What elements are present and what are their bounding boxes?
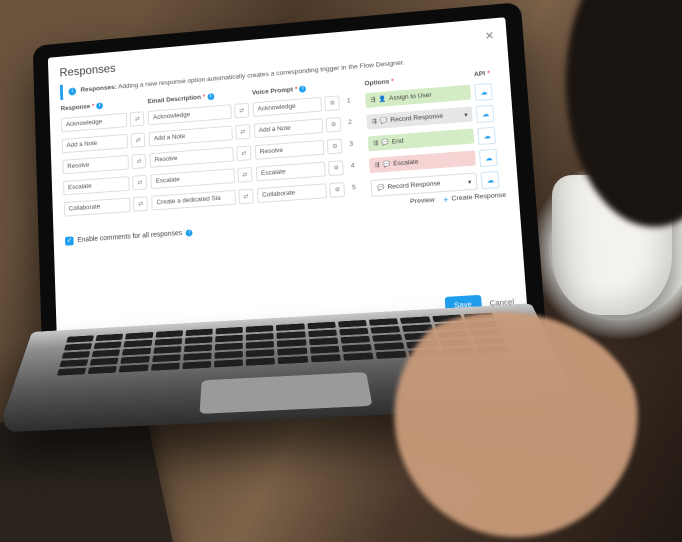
api-button[interactable]: ☁ [481, 171, 500, 189]
option-record-response[interactable]: 💬Record Response▾ [370, 172, 478, 197]
response-input[interactable]: Collaborate [64, 197, 131, 216]
translate-icon[interactable]: ⇄ [237, 167, 252, 183]
chevron-down-icon: ▾ [468, 177, 472, 185]
gear-icon[interactable]: ⚙ [327, 138, 343, 154]
email-input[interactable]: Create a dedicated Sla [152, 190, 236, 211]
chat-icon: 💬 [381, 139, 389, 147]
translate-icon[interactable]: ⇄ [238, 189, 253, 205]
responses-modal: Responses ✕ i Responses: Adding a new re… [48, 17, 528, 346]
share-icon: ⇶ [373, 140, 378, 147]
row-number: 4 [347, 159, 358, 173]
email-input[interactable]: Escalate [151, 168, 235, 189]
gear-icon[interactable]: ⚙ [325, 95, 341, 111]
api-button[interactable]: ☁ [476, 105, 495, 123]
voice-input[interactable]: Resolve [255, 140, 325, 160]
api-button[interactable]: ☁ [479, 149, 498, 167]
col-api: API* [474, 70, 498, 81]
info-icon: i [68, 87, 76, 95]
option-escalate[interactable]: ⇶💬Escalate [369, 150, 476, 173]
laptop-screen: Responses ✕ i Responses: Adding a new re… [48, 17, 528, 346]
email-input[interactable]: Acknowledge [148, 104, 232, 125]
user-icon: 👤 [378, 95, 386, 102]
chat-icon: 💬 [377, 184, 385, 192]
enable-comments-checkbox[interactable] [65, 236, 74, 245]
translate-icon[interactable]: ⇄ [236, 145, 251, 161]
translate-icon[interactable]: ⇄ [133, 175, 148, 191]
share-icon: ⇶ [374, 161, 380, 168]
option-end[interactable]: ⇶💬End [368, 128, 475, 151]
email-input[interactable]: Resolve [150, 147, 234, 168]
hand-prop [362, 312, 642, 542]
info-icon[interactable]: i [186, 229, 193, 236]
translate-icon[interactable]: ⇄ [133, 196, 148, 212]
translate-icon[interactable]: ⇄ [132, 154, 147, 170]
scene: Responses ✕ i Responses: Adding a new re… [0, 0, 682, 542]
row-number: 5 [349, 181, 360, 195]
voice-input[interactable]: Collaborate [257, 183, 328, 203]
response-input[interactable]: Resolve [62, 155, 129, 174]
share-icon: ⇶ [372, 118, 377, 125]
gear-icon[interactable]: ⚙ [328, 160, 344, 176]
response-input[interactable]: Escalate [63, 176, 130, 195]
voice-input[interactable]: Acknowledge [252, 97, 322, 117]
translate-icon[interactable]: ⇄ [234, 103, 249, 119]
translate-icon[interactable]: ⇄ [130, 111, 145, 127]
modal-title: Responses [59, 61, 116, 79]
info-icon[interactable]: i [96, 102, 103, 109]
info-label: Responses: [80, 84, 116, 94]
translate-icon[interactable]: ⇄ [131, 132, 146, 148]
chat-icon: 💬 [380, 117, 388, 124]
gear-icon[interactable]: ⚙ [326, 117, 342, 133]
info-icon[interactable]: i [299, 85, 306, 92]
row-number: 3 [346, 137, 357, 151]
gear-icon[interactable]: ⚙ [330, 182, 346, 198]
close-icon[interactable]: ✕ [484, 29, 494, 43]
email-input[interactable]: Add a Note [149, 125, 233, 146]
option-assign-to-user[interactable]: ⇶👤Assign to User [365, 85, 472, 108]
chat-icon: 💬 [382, 161, 390, 169]
trackpad [200, 372, 373, 414]
api-button[interactable]: ☁ [478, 127, 497, 145]
share-icon: ⇶ [370, 96, 375, 103]
plus-icon: + [443, 196, 449, 202]
voice-input[interactable]: Escalate [256, 162, 326, 182]
create-response-button[interactable]: +Create Response [443, 192, 507, 203]
chevron-down-icon: ▾ [464, 110, 468, 118]
row-number: 1 [343, 94, 354, 108]
translate-icon[interactable]: ⇄ [235, 124, 250, 140]
person-prop [552, 0, 682, 250]
response-input[interactable]: Acknowledge [61, 113, 128, 133]
response-input[interactable]: Add a Note [62, 134, 129, 154]
voice-input[interactable]: Add a Note [254, 118, 324, 138]
info-icon[interactable]: i [207, 93, 214, 100]
preview-button[interactable]: Preview [410, 197, 435, 206]
row-number: 2 [345, 116, 356, 130]
api-button[interactable]: ☁ [475, 83, 494, 101]
enable-comments-label: Enable comments for all responses [77, 230, 182, 244]
option-record-response[interactable]: ⇶💬Record Response▾ [366, 106, 473, 129]
